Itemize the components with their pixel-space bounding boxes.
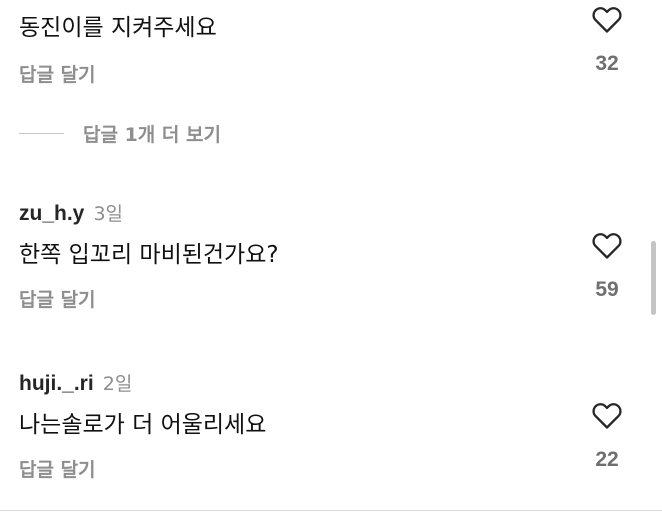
comment-header: huji._.ri 2일 bbox=[19, 369, 132, 396]
comment-text: 한쪽 입꼬리 마비된건가요? bbox=[19, 242, 279, 268]
like-group: 32 bbox=[588, 4, 626, 76]
comment-text: 나는솔로가 더 어울리세요 bbox=[19, 412, 267, 438]
reply-button[interactable]: 답글 달기 bbox=[19, 60, 96, 87]
view-more-replies-label: 답글 1개 더 보기 bbox=[83, 123, 221, 146]
reply-thread-line bbox=[19, 132, 64, 134]
scrollbar-thumb[interactable] bbox=[651, 241, 656, 315]
comment-header: zu_h.y 3일 bbox=[19, 199, 123, 226]
comment-time: 3일 bbox=[93, 203, 124, 225]
like-count: 22 bbox=[595, 448, 619, 471]
heart-outline-icon[interactable] bbox=[591, 400, 623, 430]
comment-text: 동진이를 지켜주세요 bbox=[19, 15, 217, 41]
reply-button[interactable]: 답글 달기 bbox=[19, 455, 96, 482]
like-count: 59 bbox=[595, 278, 619, 301]
comment-username[interactable]: zu_h.y bbox=[19, 202, 84, 225]
like-count: 32 bbox=[595, 52, 619, 75]
like-group: 59 bbox=[588, 230, 626, 302]
like-group: 22 bbox=[588, 400, 626, 472]
comment-username[interactable]: huji._.ri bbox=[19, 372, 94, 395]
bottom-divider bbox=[0, 510, 662, 511]
heart-outline-icon[interactable] bbox=[591, 4, 623, 34]
reply-button[interactable]: 답글 달기 bbox=[19, 285, 96, 312]
heart-outline-icon[interactable] bbox=[591, 230, 623, 260]
view-more-replies-button[interactable]: 답글 1개 더 보기 bbox=[19, 118, 221, 148]
comment-time: 2일 bbox=[102, 373, 133, 395]
